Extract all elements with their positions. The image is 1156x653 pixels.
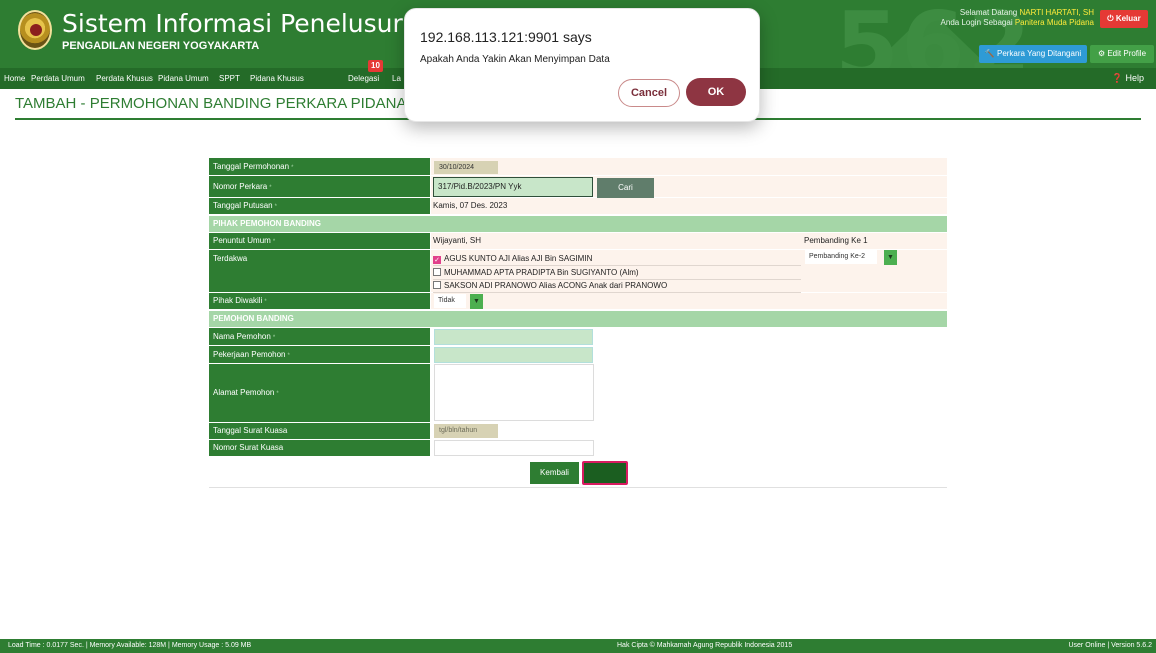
label-terdakwa: Terdakwa: [209, 250, 430, 292]
tanggal-surat-kuasa-input[interactable]: tgl/bln/tahun: [434, 424, 498, 438]
delegasi-count-badge: 10: [368, 60, 383, 72]
nomor-surat-kuasa-input[interactable]: [434, 440, 594, 456]
chevron-down-icon[interactable]: ▼: [884, 250, 897, 265]
label-penuntut-umum: Penuntut Umum *: [209, 233, 430, 249]
pembanding-select[interactable]: Pembanding Ke-2: [805, 250, 877, 264]
dialog-cancel-button[interactable]: Cancel: [618, 79, 680, 107]
nav-home[interactable]: Home: [4, 68, 25, 89]
nomor-perkara-input[interactable]: 317/Pid.B/2023/PN Yyk: [433, 177, 593, 197]
footer-version: User Online | Version 5.6.2: [1068, 642, 1152, 649]
row-bg: [431, 293, 947, 309]
logout-button[interactable]: ⏻ Keluar: [1100, 10, 1148, 28]
divider: [433, 265, 801, 266]
nav-perdata-khusus[interactable]: Perdata Khusus: [96, 68, 153, 89]
nav-sppt[interactable]: SPPT: [219, 68, 240, 89]
pihak-diwakili-select[interactable]: Tidak: [434, 294, 466, 308]
user-name: NARTI HARTATI, SH: [1019, 8, 1094, 17]
tanggal-permohonan-field[interactable]: 30/10/2024: [434, 161, 498, 174]
label-tanggal-surat-kuasa: Tanggal Surat Kuasa: [209, 423, 430, 439]
label-alamat-pemohon: Alamat Pemohon *: [209, 364, 430, 422]
footer-load-info: Load Time : 0.0177 Sec. | Memory Availab…: [8, 642, 252, 649]
label-tanggal-permohonan: Tanggal Permohonan *: [209, 158, 430, 175]
checkbox-icon[interactable]: [433, 268, 441, 276]
nav-laporan[interactable]: La: [392, 68, 401, 89]
user-role: Panitera Muda Pidana: [1014, 18, 1094, 27]
terdakwa-option[interactable]: SAKSON ADI PRANOWO Alias ACONG Anak dari…: [433, 281, 667, 290]
label-nomor-surat-kuasa: Nomor Surat Kuasa: [209, 440, 430, 456]
dialog-title: 192.168.113.121:9901 says: [420, 29, 592, 45]
label-tanggal-putusan: Tanggal Putusan *: [209, 198, 430, 214]
terdakwa-option[interactable]: ✓ AGUS KUNTO AJI Alias AJI Bin SAGIMIN: [433, 254, 592, 264]
nav-pidana-umum[interactable]: Pidana Umum: [158, 68, 209, 89]
divider: [433, 279, 801, 280]
label-nama-pemohon: Nama Pemohon *: [209, 328, 430, 345]
pembanding-ke-label: Pembanding Ke 1: [804, 236, 868, 245]
section-pemohon-banding: PEMOHON BANDING: [209, 311, 947, 327]
label-nomor-perkara: Nomor Perkara *: [209, 176, 430, 197]
nav-pidana-khusus[interactable]: Pidana Khusus: [250, 68, 304, 89]
edit-profile-button[interactable]: ⚙ Edit Profile: [1090, 45, 1154, 63]
welcome-text: Selamat Datang NARTI HARTATI, SH Anda Lo…: [940, 8, 1094, 27]
footer-copyright: Hak Cipta © Mahkamah Agung Republik Indo…: [617, 642, 793, 649]
checkbox-icon[interactable]: [433, 281, 441, 289]
checkbox-checked-icon[interactable]: ✓: [433, 256, 441, 264]
penuntut-umum-value: Wijayanti, SH: [431, 233, 947, 249]
section-pihak-pemohon: PIHAK PEMOHON BANDING: [209, 216, 947, 232]
nama-pemohon-input[interactable]: [434, 329, 593, 345]
row-bg: [431, 158, 947, 175]
footer: Load Time : 0.0177 Sec. | Memory Availab…: [0, 639, 1156, 653]
cari-button[interactable]: Cari: [597, 178, 654, 198]
terdakwa-option[interactable]: MUHAMMAD APTA PRADIPTA Bin SUGIYANTO (Al…: [433, 268, 639, 277]
tanggal-putusan-value: Kamis, 07 Des. 2023: [431, 198, 947, 214]
chevron-down-icon[interactable]: ▼: [470, 294, 483, 309]
label-pekerjaan-pemohon: Pekerjaan Pemohon *: [209, 346, 430, 363]
dialog-ok-button[interactable]: OK: [686, 78, 746, 106]
pekerjaan-pemohon-input[interactable]: [434, 347, 593, 363]
court-logo-icon: [18, 10, 52, 50]
dialog-message: Apakah Anda Yakin Akan Menyimpan Data: [420, 54, 610, 65]
page: 562 Sistem Informasi Penelusuran Perkara…: [0, 0, 1156, 653]
form-divider: [209, 487, 947, 488]
perkara-ditangani-button[interactable]: 🔨 Perkara Yang Ditangani: [979, 45, 1087, 63]
label-pihak-diwakili: Pihak Diwakili *: [209, 293, 430, 309]
alamat-pemohon-textarea[interactable]: [434, 364, 594, 421]
confirm-dialog: 192.168.113.121:9901 says Apakah Anda Ya…: [404, 8, 760, 122]
simpan-button[interactable]: [582, 461, 628, 485]
kembali-button[interactable]: Kembali: [530, 462, 579, 484]
app-subtitle: PENGADILAN NEGERI YOGYAKARTA: [62, 40, 260, 52]
help-link[interactable]: ❓ Help: [1112, 68, 1144, 89]
nav-perdata-umum[interactable]: Perdata Umum: [31, 68, 85, 89]
